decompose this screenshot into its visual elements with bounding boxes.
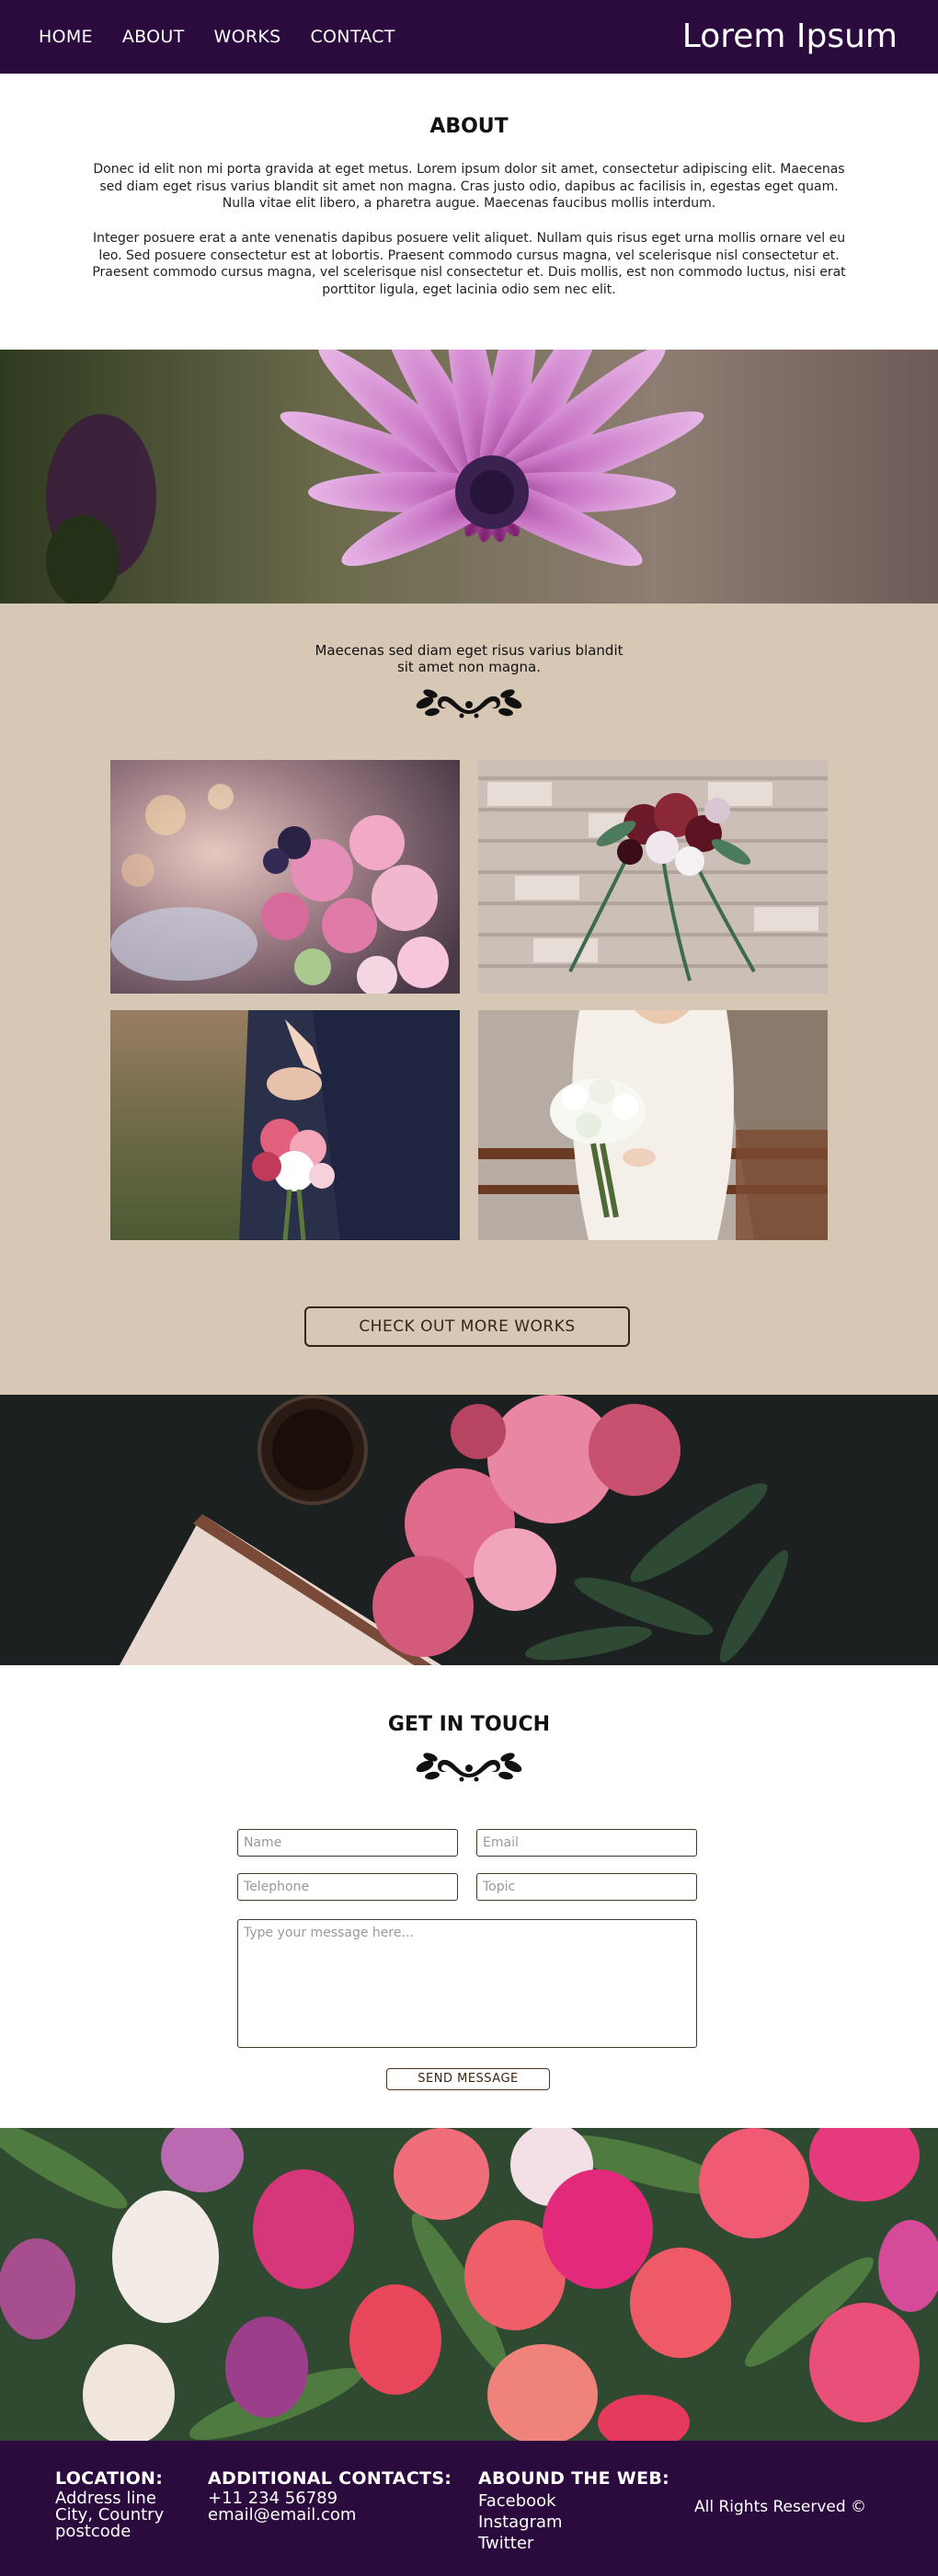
works-tagline-line-2: sit amet non magna. [396, 659, 542, 675]
nav-about-link[interactable]: ABOUT [122, 27, 185, 47]
floral-ornament-icon [416, 1753, 522, 1782]
peony-book-banner-image [0, 1395, 938, 1665]
about-section: ABOUT Donec id elit non mi porta gravida… [0, 74, 938, 350]
nav-contact-link[interactable]: CONTACT [310, 27, 395, 47]
footer: LOCATION: Address line City, Country pos… [0, 2441, 938, 2576]
about-paragraph-2: Integer posuere erat a ante venenatis da… [92, 231, 846, 297]
check-out-more-works-button[interactable]: CHECK OUT MORE WORKS [304, 1306, 630, 1347]
gallery-image-burgundy-bouquet[interactable] [478, 760, 828, 994]
footer-postcode: postcode [55, 2522, 132, 2541]
send-message-button[interactable]: SEND MESSAGE [386, 2068, 550, 2090]
daisy-banner-image [0, 350, 938, 604]
nav-home-link[interactable]: HOME [39, 27, 93, 47]
footer-facebook-link[interactable]: Facebook [478, 2490, 669, 2512]
gallery-image-bride-bouquet[interactable] [478, 1010, 828, 1240]
brand-logo-text[interactable]: Lorem Ipsum [682, 0, 898, 74]
contact-section: GET IN TOUCH SEND MESSAGE [0, 1665, 938, 2128]
about-title: ABOUT [429, 115, 509, 138]
footer-web: ABOUND THE WEB: Facebook Instagram Twitt… [478, 2468, 669, 2554]
tulips-banner-image [0, 2128, 938, 2441]
footer-web-heading: ABOUND THE WEB: [478, 2468, 670, 2489]
footer-contacts-heading: ADDITIONAL CONTACTS: [208, 2468, 452, 2489]
telephone-input[interactable] [237, 1873, 458, 1901]
message-textarea[interactable] [237, 1919, 697, 2048]
gallery-image-couple-bouquet[interactable] [110, 1010, 460, 1240]
footer-rights: All Rights Reserved © [694, 2498, 867, 2516]
top-navbar: HOME ABOUT WORKS CONTACT Lorem Ipsum [0, 0, 938, 74]
works-section: Maecenas sed diam eget risus varius blan… [0, 604, 938, 1395]
nav-works-link[interactable]: WORKS [214, 27, 281, 47]
footer-contacts: ADDITIONAL CONTACTS: +11 234 56789 email… [208, 2468, 452, 2524]
floral-ornament-icon [416, 689, 522, 719]
footer-location: LOCATION: Address line City, Country pos… [55, 2468, 164, 2540]
page: HOME ABOUT WORKS CONTACT Lorem Ipsum ABO… [0, 0, 938, 2576]
topic-input[interactable] [476, 1873, 697, 1901]
nav-links: HOME ABOUT WORKS CONTACT [39, 0, 395, 74]
about-paragraph-1: Donec id elit non mi porta gravida at eg… [93, 162, 845, 211]
works-tagline-line-1: Maecenas sed diam eget risus varius blan… [315, 642, 623, 659]
footer-twitter-link[interactable]: Twitter [478, 2533, 669, 2554]
footer-location-heading: LOCATION: [55, 2468, 164, 2489]
contact-title: GET IN TOUCH [387, 1713, 551, 1736]
works-tagline: Maecenas sed diam eget risus varius blan… [0, 642, 938, 675]
footer-instagram-link[interactable]: Instagram [478, 2512, 669, 2533]
gallery-image-pink-roses[interactable] [110, 760, 460, 994]
email-input[interactable] [476, 1829, 697, 1857]
name-input[interactable] [237, 1829, 458, 1857]
footer-email[interactable]: email@email.com [208, 2507, 452, 2524]
